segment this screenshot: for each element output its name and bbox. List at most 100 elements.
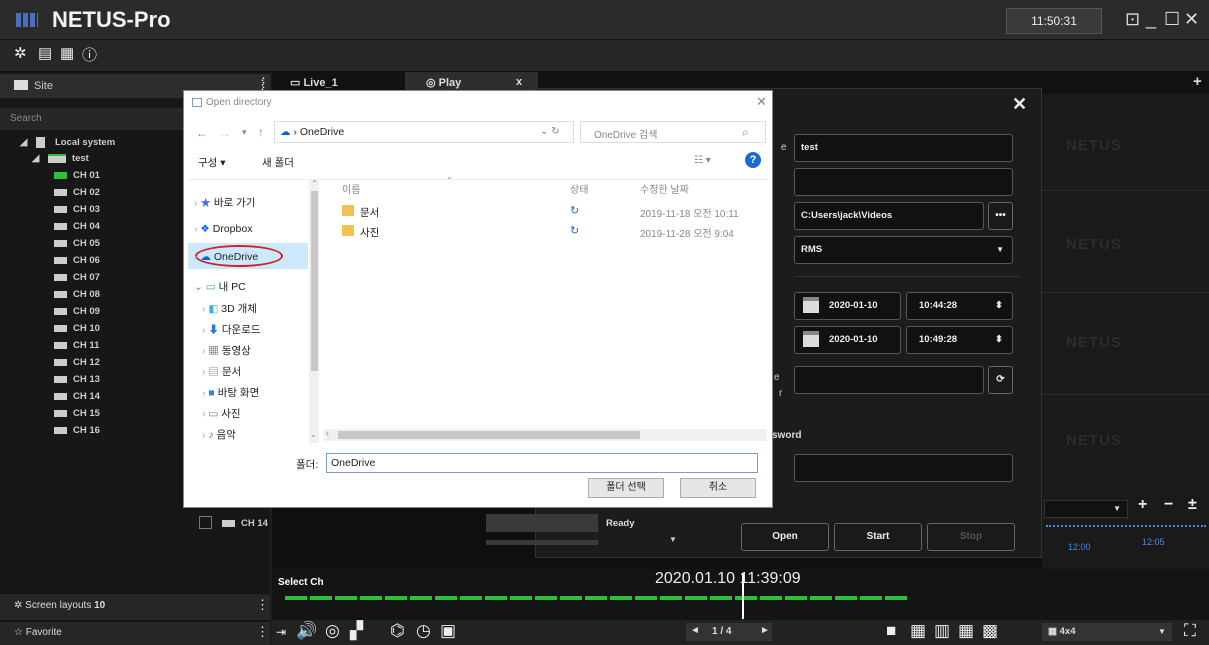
tree-device[interactable]: ◢ test [32, 153, 89, 164]
prev-page-icon[interactable]: ◄ [690, 625, 700, 636]
forward-arrow-icon[interactable]: → [219, 126, 231, 140]
password-field[interactable] [794, 454, 1013, 482]
favorite-menu-icon[interactable]: ⋮ [256, 624, 269, 640]
spinner-icon[interactable]: ⬍ [995, 293, 1003, 319]
channel-item[interactable]: CH 06 [54, 255, 100, 266]
channel-item[interactable]: CH 11 [54, 340, 99, 351]
recent-chevron-icon[interactable]: ▾ [242, 127, 247, 138]
organize-button[interactable]: 구성 ▾ [198, 155, 226, 170]
files-scroll-thumb[interactable] [338, 431, 640, 439]
file-name[interactable]: 문서 [360, 205, 379, 220]
favorite[interactable]: ☆ Favorite [14, 627, 62, 638]
breadcrumb[interactable]: ☁ › OneDrive [280, 126, 344, 138]
path-field[interactable]: C:Users\jack\Videos [794, 202, 984, 230]
back-arrow-icon[interactable]: ← [196, 126, 208, 140]
layouts-menu-icon[interactable]: ⋮ [256, 597, 269, 613]
calendar-icon[interactable] [803, 297, 819, 313]
column-header-modified[interactable]: 수정한 날짜 [640, 181, 689, 196]
file-name[interactable]: 사진 [360, 225, 379, 240]
save-icon[interactable]: ▣ [440, 621, 456, 641]
secondary-field[interactable] [794, 168, 1013, 196]
tree-root[interactable]: ◢ Local system [20, 137, 115, 148]
browse-button[interactable]: ••• [988, 202, 1013, 230]
end-time-field[interactable]: 10:49:28 ⬍ [906, 326, 1013, 354]
channel-item[interactable]: CH 10 [54, 323, 100, 334]
folder-input[interactable] [326, 453, 758, 473]
bookmark-icon[interactable]: ⌬ [390, 621, 405, 641]
minimize-button[interactable]: _ [1146, 8, 1156, 30]
scroll-up-icon[interactable]: ⌃ [311, 179, 318, 188]
dialog-close-icon[interactable]: ✕ [1012, 94, 1027, 115]
gear-icon[interactable]: ✲ [14, 44, 27, 62]
channel-item[interactable]: CH 16 [54, 425, 100, 436]
select-folder-button[interactable]: 폴더 선택 [588, 478, 664, 498]
scroll-left-icon[interactable]: ‹ [326, 428, 329, 438]
add-tab-button[interactable]: + [1193, 73, 1202, 90]
channel-item[interactable]: CH 03 [54, 204, 100, 215]
column-header-name[interactable]: 이름 [342, 181, 360, 196]
refresh-button[interactable]: ⟳ [988, 366, 1013, 394]
zoom-out-icon[interactable]: − [1164, 496, 1173, 514]
nav-quick-access[interactable]: › ★ 바로 가기 [194, 195, 255, 210]
restore-icon[interactable]: ⊡ [1125, 8, 1140, 30]
maximize-button[interactable]: ☐ [1164, 8, 1180, 30]
zoom-fit-icon[interactable]: ± [1188, 496, 1197, 514]
timeline-bar[interactable] [285, 596, 910, 600]
nav-scroll-thumb[interactable] [311, 191, 318, 371]
layout-3x3-icon[interactable]: ▥ [934, 621, 950, 641]
code-field[interactable] [794, 366, 984, 394]
screen-layouts[interactable]: ✲ Screen layouts 10 [14, 600, 105, 611]
layout-4x4-icon[interactable]: ▦ [958, 621, 974, 641]
scroll-down-icon[interactable]: ⌄ [310, 430, 317, 439]
info-icon[interactable]: ⓘ [82, 44, 97, 65]
up-arrow-icon[interactable]: ↑ [258, 125, 264, 139]
start-time-field[interactable]: 10:44:28 ⬍ [906, 292, 1013, 320]
panel-menu-icon[interactable]: ⋮ [257, 75, 270, 91]
volume-icon[interactable]: 🔊 [296, 621, 317, 641]
new-folder-button[interactable]: 새 폴더 [262, 155, 294, 170]
spinner-icon[interactable]: ⬍ [995, 327, 1003, 353]
cancel-button[interactable]: 취소 [680, 478, 756, 498]
channel-item[interactable]: CH 04 [54, 221, 100, 232]
nav-pictures[interactable]: › ▭ 사진 [202, 406, 241, 421]
exit-icon[interactable]: ⇥ [276, 625, 286, 639]
nav-music[interactable]: › ♪ 음악 [202, 427, 236, 442]
zoom-in-icon[interactable]: + [1138, 496, 1147, 514]
layout-5x5-icon[interactable]: ▩ [982, 621, 998, 641]
channel-item[interactable]: CH 15 [54, 408, 100, 419]
channel-item[interactable]: CH 02 [54, 187, 100, 198]
close-button[interactable]: ✕ [1184, 8, 1199, 30]
fullscreen-icon[interactable]: ⛶ [1184, 621, 1196, 641]
search-icon[interactable]: ⌕ [742, 125, 749, 140]
stop-button[interactable]: Stop [927, 523, 1015, 551]
chevron-down-icon[interactable]: ▼ [669, 535, 677, 544]
calendar-icon[interactable] [803, 331, 819, 347]
layout-1x1-icon[interactable]: ■ [886, 621, 896, 641]
nav-dropbox[interactable]: › ❖ Dropbox [194, 223, 252, 235]
nav-3d-objects[interactable]: › ◧ 3D 개체 [202, 301, 257, 316]
channel-item[interactable]: CH 13 [54, 374, 100, 385]
nav-documents[interactable]: › ▤ 문서 [202, 364, 241, 379]
column-header-status[interactable]: 상태 [570, 181, 588, 196]
clock-icon[interactable]: ◷ [416, 621, 431, 641]
layout-2x2-icon[interactable]: ▦ [910, 621, 926, 641]
export-icon[interactable]: ▞ [350, 621, 363, 641]
row-checkbox[interactable] [199, 516, 212, 529]
channel-item[interactable]: CH 09 [54, 306, 100, 317]
tab-close-icon[interactable]: x [516, 76, 522, 88]
next-page-icon[interactable]: ► [760, 625, 770, 636]
format-select[interactable]: RMS ▼ [794, 236, 1013, 264]
grid-icon[interactable]: ▦ [60, 44, 74, 62]
nav-this-pc[interactable]: ⌄ ▭ 내 PC [194, 279, 246, 294]
snapshot-icon[interactable]: ◎ [325, 621, 340, 641]
nav-downloads[interactable]: › ⬇ 다운로드 [202, 322, 260, 337]
address-dropdown-icon[interactable]: ⌄ ↻ [540, 126, 560, 137]
channel-item[interactable]: CH 12 [54, 357, 100, 368]
od-close-icon[interactable]: ✕ [756, 94, 767, 110]
help-icon[interactable]: ? [745, 152, 761, 168]
channel-item[interactable]: CH 14 [54, 391, 100, 402]
calendar-icon[interactable]: ▤ [38, 44, 52, 62]
open-button[interactable]: Open [741, 523, 829, 551]
view-options-icon[interactable]: ☷ ▾ [694, 155, 711, 166]
nav-desktop[interactable]: › ■ 바탕 화면 [202, 385, 259, 400]
